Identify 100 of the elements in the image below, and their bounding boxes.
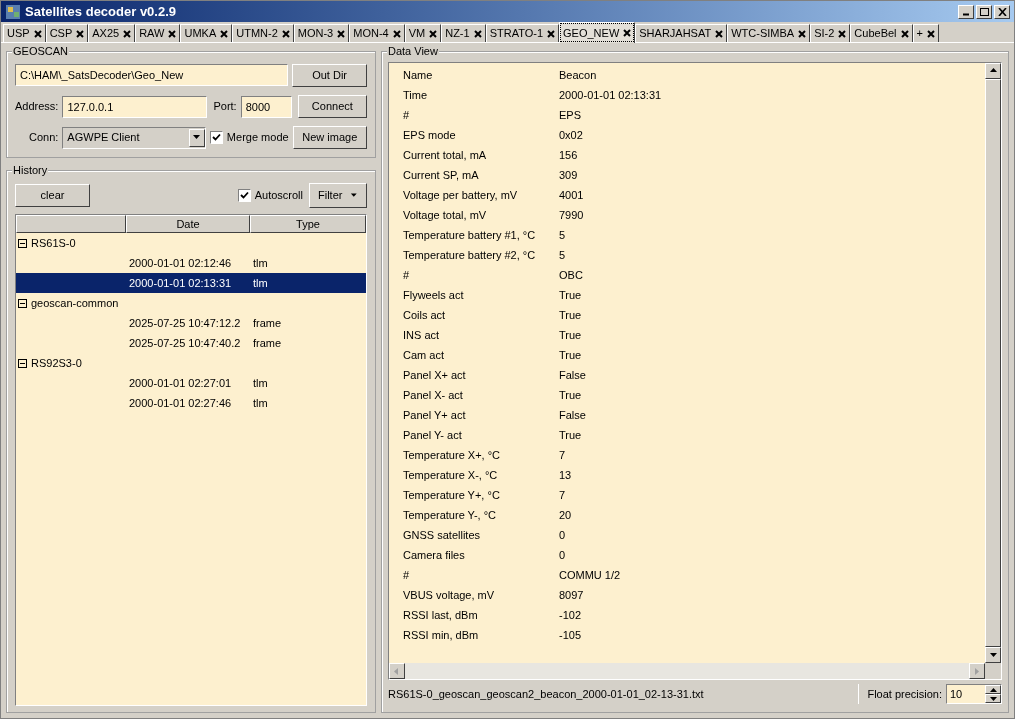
field-value: EPS: [559, 107, 581, 123]
new-image-button[interactable]: New image: [292, 126, 367, 149]
minimize-button[interactable]: [958, 4, 974, 19]
field-name: #: [402, 107, 411, 123]
tab[interactable]: NZ-1: [441, 24, 486, 42]
vertical-scrollbar[interactable]: [985, 63, 1001, 663]
field-name: GNSS satellites: [402, 527, 482, 543]
address-field[interactable]: 127.0.0.1: [62, 95, 208, 118]
close-icon[interactable]: [473, 29, 482, 38]
close-icon[interactable]: [392, 29, 401, 38]
field-value: 7: [559, 447, 566, 463]
tab[interactable]: UMKA: [180, 24, 233, 42]
collapse-icon: [18, 298, 27, 308]
tab[interactable]: MON-3: [293, 24, 350, 42]
close-icon[interactable]: [429, 29, 438, 38]
window-title: Satellites decoder v0.2.9: [25, 2, 177, 21]
connection-dropdown[interactable]: AGWPE Client: [62, 126, 206, 149]
column-header[interactable]: Date: [126, 215, 250, 233]
tab[interactable]: MON-4: [349, 24, 405, 42]
tab[interactable]: CSP: [45, 24, 89, 42]
tab[interactable]: WTC-SIMBA: [727, 24, 811, 42]
filter-button[interactable]: Filter: [309, 183, 367, 208]
field-value: True: [559, 287, 582, 303]
history-row[interactable]: 2025-07-25 10:47:40.2 frame: [16, 333, 366, 353]
field-name: Time: [402, 87, 429, 103]
checkbox[interactable]: [237, 189, 251, 202]
field-name: Camera files: [402, 547, 466, 563]
checkbox[interactable]: [209, 131, 223, 144]
close-icon[interactable]: [33, 29, 42, 38]
field-name: #: [402, 267, 411, 283]
history-row[interactable]: 2025-07-25 10:47:12.2 frame: [16, 313, 366, 333]
tab[interactable]: GEO_NEW: [559, 22, 636, 43]
field-value: True: [559, 307, 582, 323]
check-icon: [239, 191, 249, 200]
field-value: 309: [559, 167, 578, 183]
field-name: Temperature Y-, °C: [402, 507, 498, 523]
checkbox-label: Autoscroll: [254, 188, 303, 204]
collapse-icon: [18, 238, 27, 248]
field-name: Panel Y+ act: [402, 407, 467, 423]
close-icon[interactable]: [547, 29, 556, 38]
close-icon: [997, 7, 1007, 16]
close-button[interactable]: [994, 4, 1010, 19]
tab[interactable]: +: [912, 24, 939, 42]
field-value: False: [559, 407, 586, 423]
out-dir-button[interactable]: Out Dir: [292, 64, 367, 87]
tab[interactable]: STRATO-1: [485, 24, 560, 42]
scroll-down-icon: [988, 650, 998, 660]
tab[interactable]: AX25: [88, 24, 136, 42]
field-value: 5: [559, 247, 566, 263]
field-value: 7990: [559, 207, 584, 223]
tree-group-label[interactable]: geoscan-common: [31, 294, 119, 312]
close-icon[interactable]: [123, 29, 132, 38]
spin-up-icon: [989, 687, 997, 692]
field-name: EPS mode: [402, 127, 457, 143]
field-name: Current total, mA: [402, 147, 488, 163]
horizontal-scrollbar[interactable]: [389, 663, 985, 679]
tree-group-label[interactable]: RS61S-0: [31, 234, 76, 252]
tab[interactable]: RAW: [135, 24, 181, 42]
close-icon[interactable]: [926, 29, 935, 38]
history-row[interactable]: 2000-01-01 02:27:01 tlm: [16, 373, 366, 393]
output-dir-field[interactable]: C:\HAM\_SatsDecoder\Geo_New: [15, 64, 289, 86]
field-name: Flyweels act: [402, 287, 465, 303]
close-icon[interactable]: [76, 29, 85, 38]
maximize-button[interactable]: [976, 4, 992, 19]
column-header[interactable]: Type: [250, 215, 366, 233]
tab[interactable]: USP: [3, 24, 46, 42]
connect-button[interactable]: Connect: [297, 95, 367, 118]
field-name: VBUS voltage, mV: [402, 587, 496, 603]
close-icon[interactable]: [838, 29, 847, 38]
tab[interactable]: SHARJAHSAT: [635, 24, 728, 42]
history-row[interactable]: 2000-01-01 02:27:46 tlm: [16, 393, 366, 413]
field-name: Voltage per battery, mV: [402, 187, 519, 203]
tab[interactable]: SI-2: [810, 24, 851, 42]
close-icon[interactable]: [168, 29, 177, 38]
close-icon[interactable]: [337, 29, 346, 38]
tab[interactable]: VM: [404, 24, 442, 42]
close-icon[interactable]: [798, 29, 807, 38]
clear-button[interactable]: clear: [15, 184, 90, 207]
field-name: INS act: [402, 327, 441, 343]
field-name: Name: [402, 67, 434, 83]
tab[interactable]: CubeBel: [850, 24, 913, 42]
field-name: RSSI last, dBm: [402, 607, 479, 623]
app-icon: [5, 3, 21, 20]
close-icon[interactable]: [623, 29, 632, 37]
precision-spinbox[interactable]: 10: [946, 684, 1002, 704]
close-icon[interactable]: [900, 29, 909, 38]
field-name: Voltage total, mV: [402, 207, 488, 223]
tree-group-label[interactable]: RS92S3-0: [31, 354, 82, 372]
close-icon[interactable]: [715, 29, 724, 38]
tab[interactable]: UTMN-2: [232, 24, 294, 42]
close-icon[interactable]: [220, 29, 229, 38]
dropdown-arrow-icon: [192, 133, 202, 142]
field-name: Coils act: [402, 307, 447, 323]
history-row[interactable]: 2000-01-01 02:12:46 tlm: [16, 253, 366, 273]
field-value: Beacon: [559, 67, 597, 83]
close-icon[interactable]: [281, 29, 290, 38]
field-name: Temperature X-, °C: [402, 467, 499, 483]
history-row[interactable]: 2000-01-01 02:13:31 tlm: [16, 273, 366, 293]
field-value: 0: [559, 527, 566, 543]
port-field[interactable]: 8000: [240, 95, 292, 118]
